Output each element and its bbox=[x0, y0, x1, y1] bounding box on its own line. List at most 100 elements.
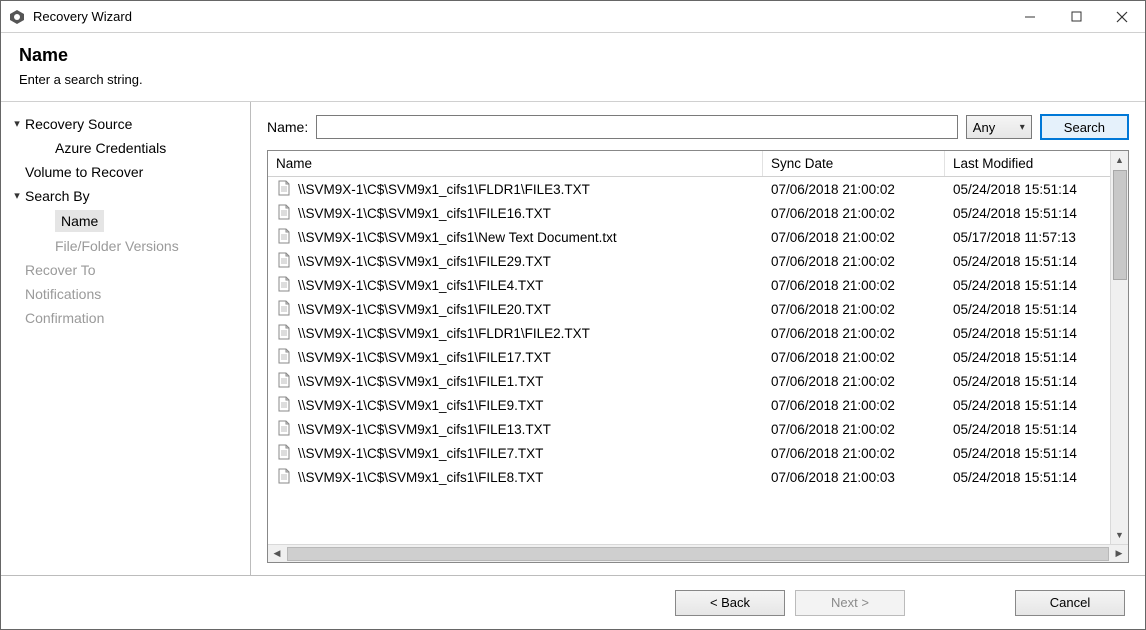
column-header-name[interactable]: Name bbox=[268, 151, 763, 176]
cell-name: \\SVM9X-1\C$\SVM9x1_cifs1\FLDR1\FILE2.TX… bbox=[268, 322, 763, 345]
scroll-up-icon[interactable]: ▲ bbox=[1111, 151, 1128, 169]
sidebar-item-name[interactable]: Name bbox=[5, 208, 242, 234]
file-icon bbox=[276, 252, 292, 271]
back-button[interactable]: < Back bbox=[675, 590, 785, 616]
file-icon bbox=[276, 348, 292, 367]
sidebar-item-confirmation: Confirmation bbox=[5, 306, 242, 330]
cell-name: \\SVM9X-1\C$\SVM9x1_cifs1\FILE17.TXT bbox=[268, 346, 763, 369]
cell-last-modified: 05/24/2018 15:51:14 bbox=[945, 444, 1128, 463]
file-path: \\SVM9X-1\C$\SVM9x1_cifs1\FILE4.TXT bbox=[298, 278, 543, 293]
sidebar-item-azure-credentials[interactable]: Azure Credentials bbox=[5, 136, 242, 160]
scroll-right-icon[interactable]: ▶ bbox=[1110, 545, 1128, 562]
table-row[interactable]: \\SVM9X-1\C$\SVM9x1_cifs1\FILE17.TXT 07/0… bbox=[268, 345, 1128, 369]
search-button[interactable]: Search bbox=[1040, 114, 1129, 140]
cancel-button[interactable]: Cancel bbox=[1015, 590, 1125, 616]
table-row[interactable]: \\SVM9X-1\C$\SVM9x1_cifs1\FILE1.TXT 07/06… bbox=[268, 369, 1128, 393]
file-path: \\SVM9X-1\C$\SVM9x1_cifs1\FILE29.TXT bbox=[298, 254, 551, 269]
cell-sync-date: 07/06/2018 21:00:02 bbox=[763, 348, 945, 367]
file-path: \\SVM9X-1\C$\SVM9x1_cifs1\FILE16.TXT bbox=[298, 206, 551, 221]
file-icon bbox=[276, 468, 292, 487]
file-path: \\SVM9X-1\C$\SVM9x1_cifs1\FILE9.TXT bbox=[298, 398, 543, 413]
cell-sync-date: 07/06/2018 21:00:02 bbox=[763, 372, 945, 391]
table-row[interactable]: \\SVM9X-1\C$\SVM9x1_cifs1\FILE8.TXT07/06… bbox=[268, 465, 1128, 489]
file-path: \\SVM9X-1\C$\SVM9x1_cifs1\New Text Docum… bbox=[298, 230, 617, 245]
search-input[interactable] bbox=[316, 115, 958, 139]
cell-sync-date: 07/06/2018 21:00:02 bbox=[763, 300, 945, 319]
sidebar-item-volume-to-recover[interactable]: Volume to Recover bbox=[5, 160, 242, 184]
file-path: \\SVM9X-1\C$\SVM9x1_cifs1\FILE1.TXT bbox=[298, 374, 543, 389]
cell-last-modified: 05/24/2018 15:51:14 bbox=[945, 300, 1128, 319]
results-table: Name Sync Date Last Modified \\SVM9X-1\C… bbox=[267, 150, 1129, 563]
file-icon bbox=[276, 300, 292, 319]
file-icon bbox=[276, 276, 292, 295]
hscroll-track[interactable] bbox=[287, 547, 1109, 561]
column-header-last-modified[interactable]: Last Modified bbox=[945, 151, 1128, 176]
cell-sync-date: 07/06/2018 21:00:02 bbox=[763, 324, 945, 343]
cell-sync-date: 07/06/2018 21:00:02 bbox=[763, 180, 945, 199]
cell-sync-date: 07/06/2018 21:00:02 bbox=[763, 276, 945, 295]
cell-last-modified: 05/24/2018 15:51:14 bbox=[945, 180, 1128, 199]
table-row[interactable]: \\SVM9X-1\C$\SVM9x1_cifs1\FILE7.TXT 07/06… bbox=[268, 441, 1128, 465]
scroll-left-icon[interactable]: ◀ bbox=[268, 545, 286, 562]
cell-last-modified: 05/24/2018 15:51:14 bbox=[945, 324, 1128, 343]
table-row[interactable]: \\SVM9X-1\C$\SVM9x1_cifs1\FLDR1\FILE2.TX… bbox=[268, 321, 1128, 345]
file-icon bbox=[276, 396, 292, 415]
titlebar: Recovery Wizard bbox=[1, 1, 1145, 33]
wizard-footer: < Back Next > Cancel bbox=[1, 575, 1145, 629]
sidebar-item-label: Volume to Recover bbox=[25, 162, 143, 182]
sidebar-item-label: Recover To bbox=[25, 260, 96, 280]
file-path: \\SVM9X-1\C$\SVM9x1_cifs1\FILE17.TXT bbox=[298, 350, 551, 365]
table-row[interactable]: \\SVM9X-1\C$\SVM9x1_cifs1\New Text Docum… bbox=[268, 225, 1128, 249]
cell-name: \\SVM9X-1\C$\SVM9x1_cifs1\FILE9.TXT bbox=[268, 394, 763, 417]
file-icon bbox=[276, 204, 292, 223]
file-path: \\SVM9X-1\C$\SVM9x1_cifs1\FILE7.TXT bbox=[298, 446, 543, 461]
sidebar-item-label: Name bbox=[55, 210, 104, 232]
cell-name: \\SVM9X-1\C$\SVM9x1_cifs1\FLDR1\FILE3.TX… bbox=[268, 178, 763, 201]
cell-name: \\SVM9X-1\C$\SVM9x1_cifs1\FILE7.TXT bbox=[268, 442, 763, 465]
file-path: \\SVM9X-1\C$\SVM9x1_cifs1\FLDR1\FILE2.TX… bbox=[298, 326, 590, 341]
table-row[interactable]: \\SVM9X-1\C$\SVM9x1_cifs1\FILE13.TXT07/0… bbox=[268, 417, 1128, 441]
table-row[interactable]: \\SVM9X-1\C$\SVM9x1_cifs1\FILE29.TXT07/0… bbox=[268, 249, 1128, 273]
cell-sync-date: 07/06/2018 21:00:03 bbox=[763, 468, 945, 487]
horizontal-scrollbar[interactable]: ◀ ▶ bbox=[268, 544, 1128, 562]
table-row[interactable]: \\SVM9X-1\C$\SVM9x1_cifs1\FILE4.TXT 07/06… bbox=[268, 273, 1128, 297]
table-row[interactable]: \\SVM9X-1\C$\SVM9x1_cifs1\FILE9.TXT07/06… bbox=[268, 393, 1128, 417]
window-title: Recovery Wizard bbox=[33, 9, 132, 24]
sidebar-item-label: Recovery Source bbox=[25, 114, 132, 134]
table-row[interactable]: \\SVM9X-1\C$\SVM9x1_cifs1\FILE20.TXT07/0… bbox=[268, 297, 1128, 321]
column-header-sync-date[interactable]: Sync Date bbox=[763, 151, 945, 176]
cell-last-modified: 05/24/2018 15:51:14 bbox=[945, 348, 1128, 367]
sidebar-item-recover-to: Recover To bbox=[5, 258, 242, 282]
file-icon bbox=[276, 324, 292, 343]
cell-last-modified: 05/17/2018 11:57:13 bbox=[945, 228, 1128, 247]
scroll-down-icon[interactable]: ▼ bbox=[1111, 526, 1128, 544]
cell-last-modified: 05/24/2018 15:51:14 bbox=[945, 204, 1128, 223]
table-row[interactable]: \\SVM9X-1\C$\SVM9x1_cifs1\FILE16.TXT07/0… bbox=[268, 201, 1128, 225]
page-title: Name bbox=[19, 45, 1127, 66]
table-body: \\SVM9X-1\C$\SVM9x1_cifs1\FLDR1\FILE3.TX… bbox=[268, 177, 1128, 544]
table-row[interactable]: \\SVM9X-1\C$\SVM9x1_cifs1\FLDR1\FILE3.TX… bbox=[268, 177, 1128, 201]
minimize-button[interactable] bbox=[1007, 1, 1053, 33]
cell-name: \\SVM9X-1\C$\SVM9x1_cifs1\FILE20.TXT bbox=[268, 298, 763, 321]
next-button[interactable]: Next > bbox=[795, 590, 905, 616]
vertical-scrollbar[interactable]: ▲ ▼ bbox=[1110, 151, 1128, 544]
cell-name: \\SVM9X-1\C$\SVM9x1_cifs1\FILE16.TXT bbox=[268, 202, 763, 225]
cell-last-modified: 05/24/2018 15:51:14 bbox=[945, 372, 1128, 391]
file-icon bbox=[276, 444, 292, 463]
filter-dropdown[interactable]: Any ▾ bbox=[966, 115, 1032, 139]
cell-sync-date: 07/06/2018 21:00:02 bbox=[763, 444, 945, 463]
file-icon bbox=[276, 372, 292, 391]
sidebar-item-recovery-source[interactable]: ▾Recovery Source bbox=[5, 112, 242, 136]
maximize-button[interactable] bbox=[1053, 1, 1099, 33]
cell-name: \\SVM9X-1\C$\SVM9x1_cifs1\New Text Docum… bbox=[268, 226, 763, 249]
wizard-body: ▾Recovery SourceAzure CredentialsVolume … bbox=[1, 102, 1145, 575]
sidebar-item-search-by[interactable]: ▾Search By bbox=[5, 184, 242, 208]
cell-sync-date: 07/06/2018 21:00:02 bbox=[763, 420, 945, 439]
expand-caret-icon: ▾ bbox=[9, 114, 25, 134]
file-icon bbox=[276, 420, 292, 439]
page-subtitle: Enter a search string. bbox=[19, 72, 1127, 87]
sidebar-item-notifications: Notifications bbox=[5, 282, 242, 306]
scrollbar-thumb[interactable] bbox=[1113, 170, 1127, 280]
close-button[interactable] bbox=[1099, 1, 1145, 33]
file-icon bbox=[276, 228, 292, 247]
